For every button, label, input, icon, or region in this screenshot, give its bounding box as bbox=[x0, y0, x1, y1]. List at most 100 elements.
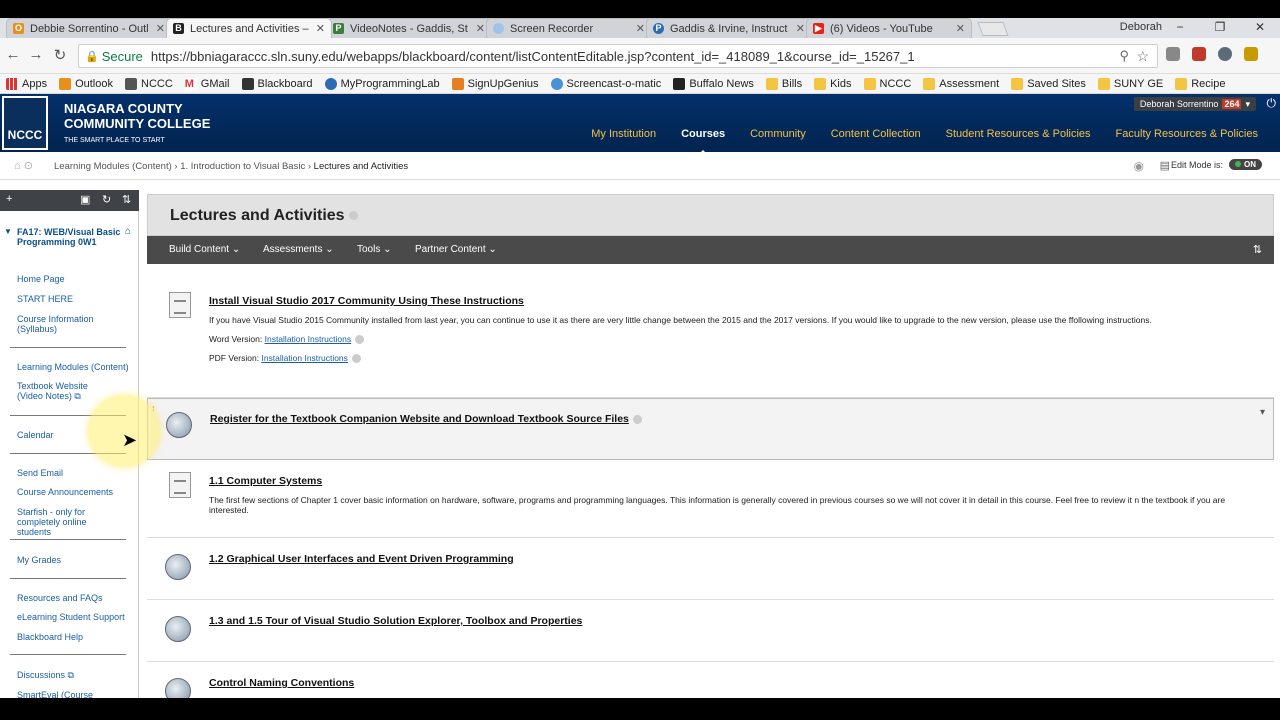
menu-item-course-information[interactable]: Course Information (Syllabus) bbox=[17, 314, 105, 334]
menu-item-learning-modules[interactable]: Learning Modules (Content) bbox=[17, 362, 129, 372]
course-title[interactable]: FA17: WEB/Visual Basic Programming 0W1 bbox=[17, 227, 121, 247]
options-chevron-icon[interactable] bbox=[348, 211, 358, 221]
breadcrumb-item[interactable]: 1. Introduction to Visual Basic bbox=[180, 161, 305, 172]
menu-item-smarteval[interactable]: SmartEval (Course Evaluation) ⧉ bbox=[17, 690, 101, 698]
item-title[interactable]: 1.1 Computer Systems bbox=[209, 475, 322, 487]
close-tab-icon[interactable]: ✕ bbox=[156, 22, 165, 35]
zoom-icon[interactable]: ⚲ bbox=[1119, 48, 1129, 64]
menu-item-course-announcements[interactable]: Course Announcements bbox=[17, 487, 129, 497]
bookmark-myprogramminglab[interactable]: MyProgrammingLab bbox=[324, 77, 440, 90]
partner-content-menu[interactable]: Partner Content ⌄ bbox=[415, 244, 497, 255]
back-icon[interactable]: ← bbox=[3, 46, 23, 63]
web-link-icon bbox=[165, 554, 191, 580]
preview-eye-icon[interactable]: ◉ bbox=[1134, 159, 1144, 173]
options-chevron-icon[interactable] bbox=[351, 354, 361, 364]
bookmark-folder[interactable]: SUNY GE bbox=[1097, 77, 1163, 90]
bookmark-screencast[interactable]: Screencast-o-matic bbox=[550, 77, 661, 90]
close-tab-icon[interactable]: ✕ bbox=[476, 22, 485, 35]
bookmark-outlook[interactable]: Outlook bbox=[59, 77, 113, 90]
edit-mode-value: ON bbox=[1244, 160, 1256, 169]
bookmark-folder[interactable]: Bills bbox=[765, 77, 802, 90]
nav-community[interactable]: Community bbox=[750, 128, 806, 140]
sort-icon[interactable]: ⇅ bbox=[122, 193, 131, 206]
menu-item-blackboard-help[interactable]: Blackboard Help bbox=[17, 632, 129, 642]
maximize-button[interactable]: ❐ bbox=[1200, 18, 1240, 38]
bookmark-folder[interactable]: Kids bbox=[814, 77, 852, 90]
menu-item-discussions[interactable]: Discussions ⧉ bbox=[17, 670, 129, 680]
item-title[interactable]: 1.3 and 1.5 Tour of Visual Studio Soluti… bbox=[209, 615, 582, 627]
browser-tab[interactable]: Screen Recorder ✕ bbox=[486, 18, 652, 38]
pdf-instructions-link[interactable]: Installation Instructions bbox=[261, 353, 347, 363]
bookmark-signupgenius[interactable]: SignUpGenius bbox=[451, 77, 539, 90]
item-title[interactable]: Register for the Textbook Companion Webs… bbox=[210, 413, 642, 425]
edit-mode-toggle[interactable]: ON bbox=[1229, 159, 1262, 170]
browser-tab[interactable]: O Debbie Sorrentino - Outl ✕ bbox=[6, 18, 172, 38]
nav-courses[interactable]: Courses bbox=[681, 128, 725, 156]
close-tab-icon[interactable]: ✕ bbox=[316, 22, 325, 35]
bookmark-apps[interactable]: Apps bbox=[6, 77, 47, 90]
bookmark-gmail[interactable]: M GMail bbox=[184, 77, 230, 90]
nav-student-resources[interactable]: Student Resources & Policies bbox=[946, 128, 1091, 140]
bookmark-star-icon[interactable]: ☆ bbox=[1136, 48, 1149, 65]
college-logo[interactable]: NCCC bbox=[2, 96, 48, 150]
breadcrumb-item[interactable]: Learning Modules (Content) bbox=[54, 161, 172, 172]
close-tab-icon[interactable]: ✕ bbox=[956, 22, 965, 35]
menu-item-home-page[interactable]: Home Page bbox=[17, 274, 129, 284]
extension-icon[interactable] bbox=[1244, 47, 1258, 61]
refresh-icon[interactable]: ↻ bbox=[102, 193, 111, 206]
home-icon[interactable]: ⌂ bbox=[125, 226, 131, 237]
assessments-menu[interactable]: Assessments ⌄ bbox=[263, 244, 334, 255]
profile-name[interactable]: Deborah bbox=[1120, 21, 1162, 33]
menu-item-start-here[interactable]: START HERE bbox=[17, 294, 129, 304]
close-tab-icon[interactable]: ✕ bbox=[796, 22, 805, 35]
add-menu-item-icon[interactable]: + bbox=[6, 193, 12, 205]
nav-my-institution[interactable]: My Institution bbox=[591, 128, 656, 140]
bookmark-folder[interactable]: Assessment bbox=[923, 77, 999, 90]
nav-faculty-resources[interactable]: Faculty Resources & Policies bbox=[1116, 128, 1258, 140]
menu-item-resources-faqs[interactable]: Resources and FAQs bbox=[17, 593, 129, 603]
bookmark-folder[interactable]: NCCC bbox=[863, 77, 911, 90]
bookmark-folder[interactable]: Recipe bbox=[1175, 77, 1225, 90]
browser-tab[interactable]: P Gaddis & Irvine, Instruct ✕ bbox=[646, 18, 812, 38]
reorder-icon[interactable]: ⇅ bbox=[1253, 243, 1262, 256]
close-window-button[interactable]: ✕ bbox=[1240, 18, 1280, 38]
collapse-icon[interactable]: ▼ bbox=[4, 227, 12, 236]
build-content-menu[interactable]: Build Content ⌄ bbox=[169, 244, 240, 255]
logout-icon[interactable]: ⏻ bbox=[1267, 96, 1277, 111]
nav-content-collection[interactable]: Content Collection bbox=[831, 128, 921, 140]
browser-tab-active[interactable]: B Lectures and Activities – ✕ bbox=[166, 18, 332, 38]
item-title[interactable]: 1.2 Graphical User Interfaces and Event … bbox=[209, 553, 514, 565]
browser-tab[interactable]: ▶ (6) Videos - YouTube ✕ bbox=[806, 18, 972, 38]
bookmark-buffalo-news[interactable]: Buffalo News bbox=[673, 77, 754, 90]
browser-tab[interactable]: P VideoNotes - Gaddis, St ✕ bbox=[326, 18, 492, 38]
close-tab-icon[interactable]: ✕ bbox=[636, 22, 645, 35]
extension-icon[interactable] bbox=[1218, 47, 1232, 61]
url-field[interactable]: 🔒 Secure https://bbniagaraccc.sln.suny.e… bbox=[78, 44, 1158, 68]
tools-menu[interactable]: Tools ⌄ bbox=[357, 244, 392, 255]
reload-icon[interactable]: ↻ bbox=[50, 46, 70, 64]
new-tab-button[interactable] bbox=[977, 22, 1009, 36]
bookmark-blackboard[interactable]: Blackboard bbox=[241, 77, 313, 90]
folder-view-icon[interactable]: ▣ bbox=[80, 193, 90, 206]
home-icon[interactable]: ⌂ ⊙ bbox=[14, 159, 33, 172]
options-chevron-icon[interactable] bbox=[355, 335, 365, 345]
user-menu[interactable]: Deborah Sorrentino 264 ▾ bbox=[1133, 97, 1256, 111]
item-title[interactable]: Control Naming Conventions bbox=[209, 677, 354, 689]
menu-item-textbook-website[interactable]: Textbook Website (Video Notes) ⧉ bbox=[17, 381, 97, 401]
forward-icon[interactable]: → bbox=[26, 46, 46, 63]
reports-icon[interactable]: ▤ bbox=[1160, 159, 1170, 172]
extension-icon[interactable] bbox=[1166, 47, 1180, 61]
bookmark-nccc[interactable]: NCCC bbox=[125, 77, 173, 90]
options-chevron-icon[interactable] bbox=[632, 414, 642, 424]
menu-item-my-grades[interactable]: My Grades bbox=[17, 555, 129, 565]
word-instructions-link[interactable]: Installation Instructions bbox=[265, 334, 351, 344]
bookmark-folder[interactable]: Saved Sites bbox=[1011, 77, 1086, 90]
minimize-button[interactable]: − bbox=[1160, 18, 1200, 38]
menu-item-starfish[interactable]: Starfish - only for completely online st… bbox=[17, 507, 123, 537]
menu-item-send-email[interactable]: Send Email bbox=[17, 468, 129, 478]
item-title[interactable]: Install Visual Studio 2017 Community Usi… bbox=[209, 295, 524, 307]
acrobat-icon[interactable] bbox=[1192, 47, 1206, 61]
expand-icon[interactable]: ▾ bbox=[1260, 407, 1265, 418]
menu-item-elearning-support[interactable]: eLearning Student Support bbox=[17, 612, 129, 622]
url-text[interactable]: https://bbniagaraccc.sln.suny.edu/webapp… bbox=[151, 49, 915, 64]
